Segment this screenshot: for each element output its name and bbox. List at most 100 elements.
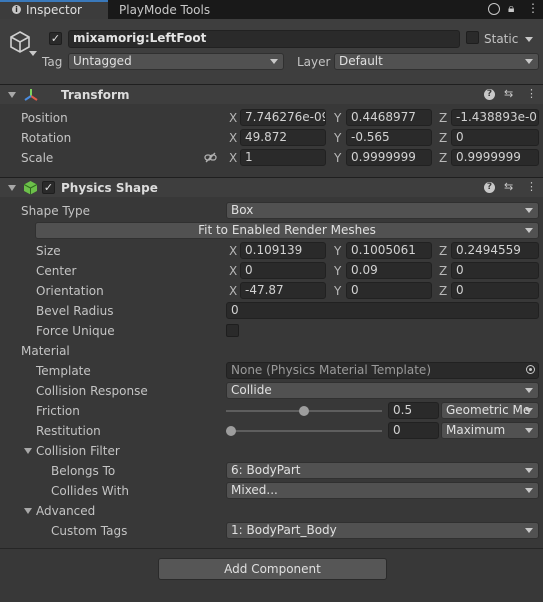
collision-filter-foldout-icon[interactable]: [24, 448, 32, 454]
scale-y-field[interactable]: 0.9999999: [346, 149, 432, 166]
advanced-foldout-icon[interactable]: [24, 508, 32, 514]
collides-with-dropdown[interactable]: Mixed...: [226, 482, 539, 499]
rotation-x-field[interactable]: 49.872: [240, 129, 326, 146]
active-checkbox[interactable]: ✓: [49, 32, 62, 45]
object-header: [0, 19, 543, 84]
collision-response-dropdown[interactable]: Collide: [226, 382, 539, 399]
bevel-radius-field[interactable]: 0: [226, 302, 539, 319]
orientation-z-field[interactable]: 0: [451, 282, 539, 299]
axis-z-label[interactable]: Z: [439, 263, 447, 279]
static-checkbox[interactable]: [466, 31, 479, 44]
axis-z-label[interactable]: Z: [439, 283, 447, 299]
tag-dropdown[interactable]: Untagged: [68, 53, 284, 70]
axis-x-label[interactable]: X: [229, 243, 237, 259]
belongs-to-dropdown[interactable]: 6: BodyPart: [226, 462, 539, 479]
collision-filter-label[interactable]: Collision Filter: [36, 443, 120, 459]
axis-y-label[interactable]: Y: [334, 130, 341, 146]
axis-x-label[interactable]: X: [229, 130, 237, 146]
rotation-z-field[interactable]: 0: [451, 129, 539, 146]
context-menu-icon[interactable]: ⋮: [526, 181, 537, 193]
chevron-down-icon: [525, 59, 533, 64]
physics-shape-enabled-checkbox[interactable]: ✓: [42, 181, 55, 194]
size-z-field[interactable]: 0.2494559: [451, 242, 539, 259]
axis-x-label[interactable]: X: [229, 263, 237, 279]
size-label: Size: [36, 244, 61, 258]
restitution-slider-track[interactable]: [226, 430, 382, 432]
restitution-combine-dropdown[interactable]: Maximum: [441, 422, 539, 439]
restitution-slider-handle[interactable]: [226, 426, 236, 436]
object-picker-icon[interactable]: [526, 365, 535, 374]
fit-render-meshes-dropdown[interactable]: Fit to Enabled Render Meshes: [35, 222, 539, 239]
lock-icon[interactable]: 🔒︎: [508, 1, 514, 16]
lock-toggle-icon[interactable]: [488, 3, 500, 15]
help-icon[interactable]: ?: [484, 182, 495, 193]
friction-combine-dropdown[interactable]: Geometric Me: [441, 402, 539, 419]
axis-z-label[interactable]: Z: [439, 150, 447, 166]
help-icon[interactable]: ?: [484, 89, 495, 100]
position-z-field[interactable]: -1.438893e-0: [451, 109, 539, 126]
section-divider: [0, 548, 543, 549]
axis-z-label[interactable]: Z: [439, 243, 447, 259]
transform-header[interactable]: Transform ? ⇆ ⋮: [0, 84, 543, 104]
rotation-y-field[interactable]: -0.565: [346, 129, 432, 146]
axis-y-label[interactable]: Y: [334, 243, 341, 259]
custom-tags-label: Custom Tags: [51, 524, 128, 538]
constrain-proportions-link-icon[interactable]: [204, 152, 217, 163]
presets-icon[interactable]: ⇆: [504, 88, 513, 100]
chevron-down-icon: [525, 488, 533, 493]
restitution-value-field[interactable]: 0: [388, 422, 439, 439]
presets-icon[interactable]: ⇆: [504, 181, 513, 193]
context-menu-icon[interactable]: ⋮: [526, 88, 537, 100]
axis-x-label[interactable]: X: [229, 283, 237, 299]
layer-dropdown[interactable]: Default: [334, 53, 539, 70]
add-component-button[interactable]: Add Component: [158, 558, 387, 580]
axis-y-label[interactable]: Y: [334, 283, 341, 299]
physics-shape-header[interactable]: ✓ Physics Shape ? ⇆ ⋮: [0, 177, 543, 197]
chevron-down-icon: [525, 468, 533, 473]
advanced-label[interactable]: Advanced: [36, 503, 95, 519]
size-y-field[interactable]: 0.1005061: [346, 242, 432, 259]
friction-value-field[interactable]: 0.5: [388, 402, 439, 419]
more-menu-icon[interactable]: ⋮: [527, 1, 539, 15]
template-label: Template: [36, 364, 91, 378]
collides-with-label: Collides With: [51, 484, 130, 498]
restitution-combine-value: Maximum: [446, 423, 506, 437]
friction-slider-handle[interactable]: [299, 406, 309, 416]
shape-type-dropdown[interactable]: Box: [226, 202, 539, 219]
position-label: Position: [21, 111, 68, 125]
tab-inspector[interactable]: i Inspector: [0, 0, 108, 19]
chevron-down-icon: [525, 408, 533, 413]
axis-z-label[interactable]: Z: [439, 130, 447, 146]
size-x-field[interactable]: 0.109139: [240, 242, 326, 259]
force-unique-checkbox[interactable]: [226, 324, 239, 337]
add-component-label: Add Component: [224, 562, 321, 576]
scale-z-field[interactable]: 0.9999999: [451, 149, 539, 166]
orientation-x-field[interactable]: -47.87: [240, 282, 326, 299]
center-x-field[interactable]: 0: [240, 262, 326, 279]
scale-x-field[interactable]: 1: [240, 149, 326, 166]
object-name-field[interactable]: mixamorig:LeftFoot: [68, 30, 460, 48]
orientation-y-field[interactable]: 0: [346, 282, 432, 299]
icon-dropdown-caret[interactable]: [29, 51, 37, 56]
orientation-label: Orientation: [36, 284, 104, 298]
axis-x-label[interactable]: X: [229, 150, 237, 166]
scale-label: Scale: [21, 151, 54, 165]
custom-tags-dropdown[interactable]: 1: BodyPart_Body: [226, 522, 539, 539]
axis-y-label[interactable]: Y: [334, 263, 341, 279]
collides-with-value: Mixed...: [231, 483, 278, 497]
position-x-field[interactable]: 7.746276e-09: [240, 109, 326, 126]
static-label: Static: [484, 32, 519, 46]
center-z-field[interactable]: 0: [451, 262, 539, 279]
chevron-down-icon: [525, 528, 533, 533]
position-y-field[interactable]: 0.4468977: [346, 109, 432, 126]
foldout-icon[interactable]: [8, 92, 16, 98]
tab-playmode-tools[interactable]: PlayMode Tools: [108, 0, 228, 19]
axis-y-label[interactable]: Y: [334, 150, 341, 166]
axis-z-label[interactable]: Z: [439, 110, 447, 126]
template-object-field[interactable]: None (Physics Material Template): [226, 362, 539, 379]
axis-y-label[interactable]: Y: [334, 110, 341, 126]
axis-x-label[interactable]: X: [229, 110, 237, 126]
foldout-icon[interactable]: [8, 185, 16, 191]
center-y-field[interactable]: 0.09: [346, 262, 432, 279]
static-dropdown-caret[interactable]: [525, 37, 533, 42]
